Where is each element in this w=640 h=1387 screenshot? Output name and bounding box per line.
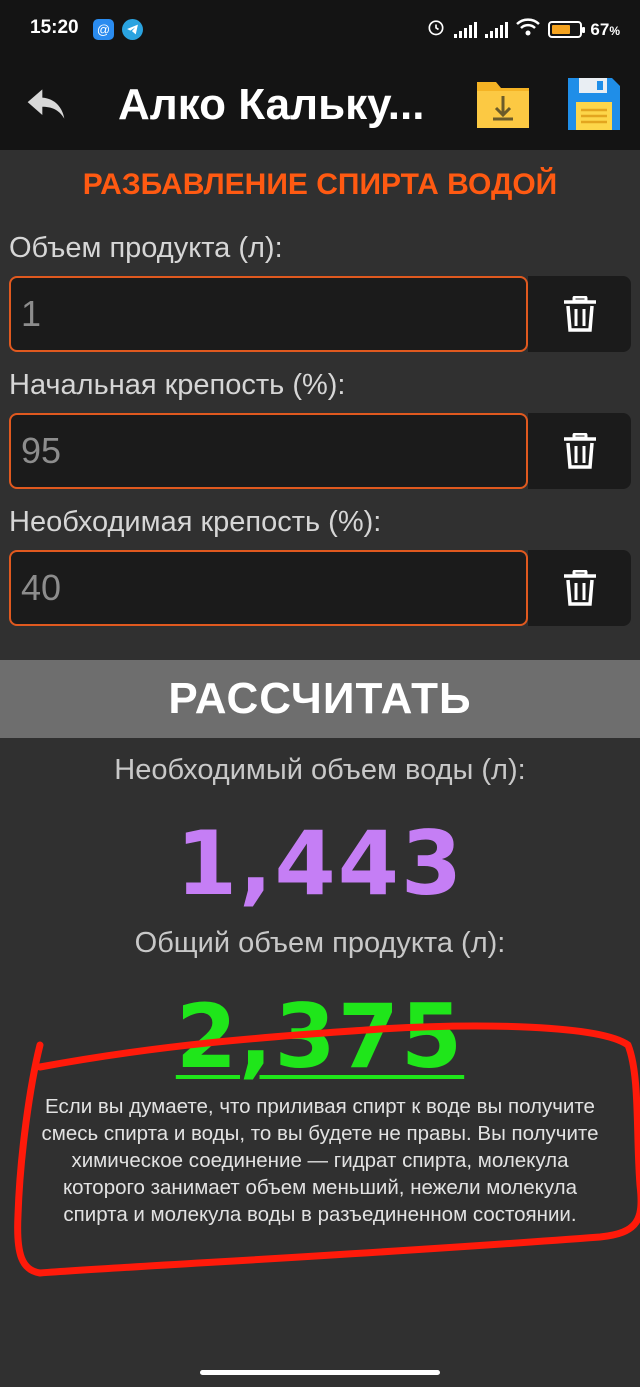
trash-icon (563, 433, 596, 469)
info-line: Если вы думаете, что приливая спирт к во… (45, 1095, 595, 1118)
battery-percent: 67% (590, 19, 620, 39)
status-bar: 15:20 @ 67% (0, 0, 640, 60)
signal-icon (454, 21, 478, 38)
volume-input[interactable] (9, 276, 528, 352)
home-indicator[interactable] (200, 1370, 440, 1375)
mail-notification-icon: @ (93, 19, 114, 40)
clear-initial-strength-button[interactable] (528, 413, 631, 489)
load-button[interactable] (474, 74, 532, 132)
status-time: 15:20 (30, 17, 79, 38)
info-text: Если вы думаете, что приливая спирт к во… (4, 1093, 636, 1228)
status-icons: 67% (426, 17, 620, 42)
volume-label: Объем продукта (л): (9, 232, 283, 264)
back-arrow-icon (27, 89, 65, 119)
total-volume-label: Общий объем продукта (л): (134, 927, 506, 959)
trash-icon (563, 570, 596, 606)
wifi-icon (516, 18, 541, 41)
target-strength-input[interactable] (9, 550, 528, 626)
calculate-button[interactable]: РАССЧИТАТЬ (0, 660, 640, 738)
info-line: спирта и молекула воды в разъединенном с… (63, 1203, 577, 1226)
clear-target-strength-button[interactable] (528, 550, 631, 626)
battery-icon (548, 21, 586, 38)
signal-icon-2 (485, 21, 509, 38)
clear-volume-button[interactable] (528, 276, 631, 352)
trash-icon (563, 296, 596, 332)
app-bar: Алко Кальку... (0, 60, 640, 150)
info-line: которого занимает объем меньший, нежели … (62, 1176, 577, 1199)
target-strength-label: Необходимая крепость (%): (9, 506, 382, 538)
section-title: РАЗБАВЛЕНИЕ СПИРТА ВОДОЙ (82, 168, 558, 201)
telegram-notification-icon (122, 19, 143, 40)
app-title: Алко Кальку... (118, 80, 425, 129)
water-volume-value: 1,443 (175, 812, 465, 915)
info-line: смесь спирта и воды, то вы будете не пра… (41, 1122, 599, 1145)
back-button[interactable] (24, 82, 68, 126)
water-volume-label: Необходимый объем воды (л): (114, 754, 526, 786)
floppy-disk-icon (568, 78, 620, 130)
initial-strength-label: Начальная крепость (%): (9, 369, 346, 401)
initial-strength-input[interactable] (9, 413, 528, 489)
alarm-icon (426, 17, 446, 42)
total-volume-value[interactable]: 2,375 (0, 985, 640, 1088)
folder-download-icon (477, 82, 529, 128)
info-line: химическое соединение — гидрат спирта, м… (71, 1149, 569, 1172)
total-volume-link[interactable]: 2,375 (176, 985, 464, 1088)
save-button[interactable] (566, 76, 622, 132)
